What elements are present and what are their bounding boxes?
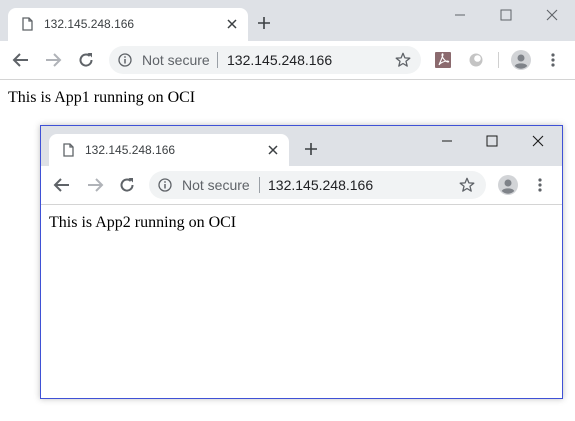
info-icon[interactable] (158, 178, 172, 192)
maximize-icon[interactable] (469, 126, 515, 156)
minimize-icon[interactable] (437, 0, 483, 30)
security-label[interactable]: Not secure (182, 178, 250, 192)
tab-active[interactable]: 132.145.248.166 (49, 134, 289, 167)
tab-title: 132.145.248.166 (85, 143, 176, 157)
security-label[interactable]: Not secure (142, 53, 210, 67)
page-text: This is App1 running on OCI (8, 89, 196, 106)
tab-title: 132.145.248.166 (44, 17, 135, 31)
page-icon (63, 143, 74, 157)
address-bar[interactable]: Not secure 132.145.248.166 (109, 46, 421, 74)
plus-icon[interactable] (303, 141, 319, 157)
page-content: This is App2 running on OCI (41, 205, 562, 398)
kebab-menu-icon[interactable] (528, 173, 552, 197)
star-icon[interactable] (395, 52, 411, 68)
close-icon[interactable] (265, 142, 281, 158)
toolbar: Not secure 132.145.248.166 (0, 41, 575, 80)
tab-strip: 132.145.248.166 (41, 126, 562, 167)
url-text[interactable]: 132.145.248.166 (268, 178, 373, 192)
reload-icon[interactable] (74, 48, 98, 72)
page-text: This is App2 running on OCI (49, 214, 237, 231)
close-icon[interactable] (224, 16, 240, 32)
extension-icon[interactable] (464, 48, 488, 72)
reload-icon[interactable] (115, 173, 139, 197)
info-icon[interactable] (118, 53, 132, 67)
pdf-extension-icon[interactable] (431, 48, 455, 72)
profile-avatar-icon[interactable] (509, 48, 533, 72)
page-icon (22, 17, 33, 31)
tab-strip: 132.145.248.166 (0, 0, 575, 41)
window-close-icon[interactable] (529, 0, 575, 30)
forward-arrow-icon[interactable] (83, 173, 107, 197)
url-text[interactable]: 132.145.248.166 (227, 53, 332, 67)
back-arrow-icon[interactable] (9, 48, 33, 72)
omnibox-divider (217, 52, 218, 68)
inner-browser-window: 132.145.248.166 Not secure 132.145.248.1… (40, 125, 563, 399)
forward-arrow-icon[interactable] (41, 48, 65, 72)
plus-icon[interactable] (256, 15, 272, 31)
window-close-icon[interactable] (515, 126, 561, 156)
address-bar[interactable]: Not secure 132.145.248.166 (149, 171, 486, 199)
back-arrow-icon[interactable] (50, 173, 74, 197)
tab-active[interactable]: 132.145.248.166 (8, 8, 248, 41)
toolbar-divider (498, 52, 499, 68)
kebab-menu-icon[interactable] (541, 48, 565, 72)
star-icon[interactable] (459, 177, 475, 193)
maximize-icon[interactable] (483, 0, 529, 30)
omnibox-divider (259, 177, 260, 193)
profile-avatar-icon[interactable] (496, 173, 520, 197)
toolbar: Not secure 132.145.248.166 (41, 166, 562, 205)
minimize-icon[interactable] (424, 126, 470, 156)
